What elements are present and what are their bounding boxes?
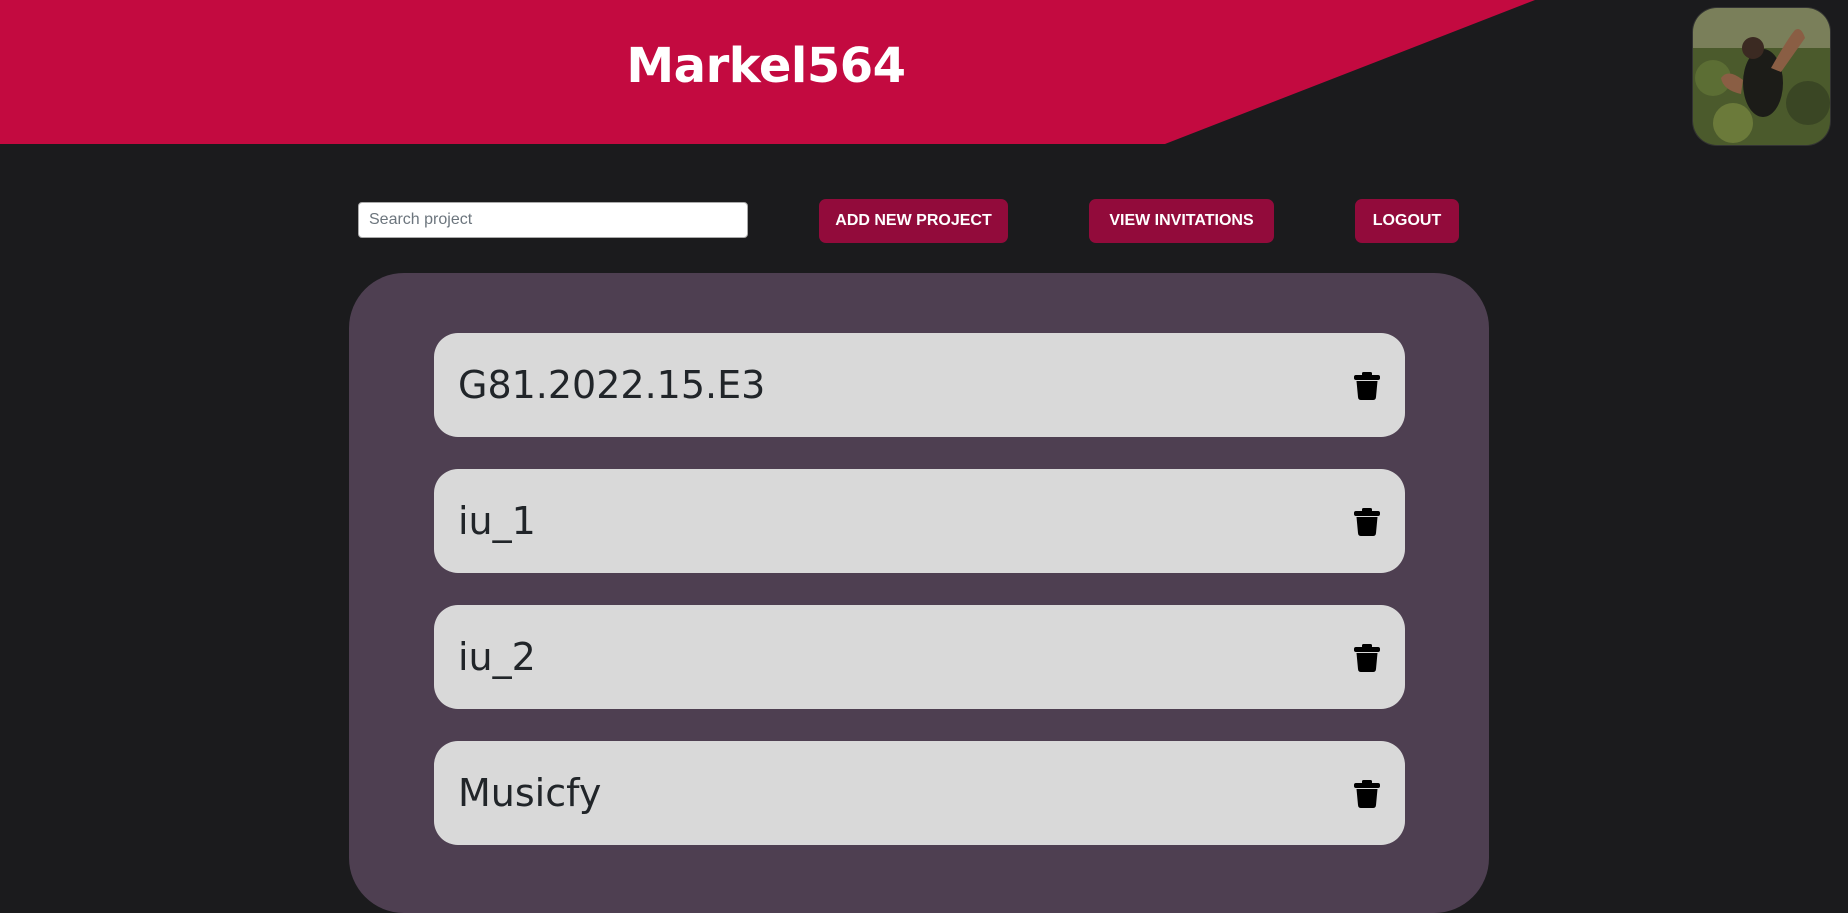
- trash-icon[interactable]: [1354, 644, 1380, 672]
- view-invitations-button[interactable]: VIEW INVITATIONS: [1089, 199, 1274, 243]
- project-name[interactable]: G81.2022.15.E3: [458, 333, 765, 437]
- project-name[interactable]: iu_1: [458, 469, 536, 573]
- project-card[interactable]: iu_2: [434, 605, 1405, 709]
- trash-icon[interactable]: [1354, 372, 1380, 400]
- project-name[interactable]: Musicfy: [458, 741, 601, 845]
- logout-button[interactable]: LOGOUT: [1355, 199, 1459, 243]
- project-card[interactable]: G81.2022.15.E3: [434, 333, 1405, 437]
- project-card[interactable]: Musicfy: [434, 741, 1405, 845]
- project-name[interactable]: iu_2: [458, 605, 536, 709]
- project-card[interactable]: iu_1: [434, 469, 1405, 573]
- header: Markel564: [0, 0, 1848, 144]
- trash-icon[interactable]: [1354, 780, 1380, 808]
- username-title: Markel564: [626, 38, 906, 94]
- add-new-project-button[interactable]: ADD NEW PROJECT: [819, 199, 1008, 243]
- avatar[interactable]: [1693, 8, 1830, 145]
- avatar-photo: [1693, 8, 1830, 145]
- search-input[interactable]: [358, 202, 748, 238]
- trash-icon[interactable]: [1354, 508, 1380, 536]
